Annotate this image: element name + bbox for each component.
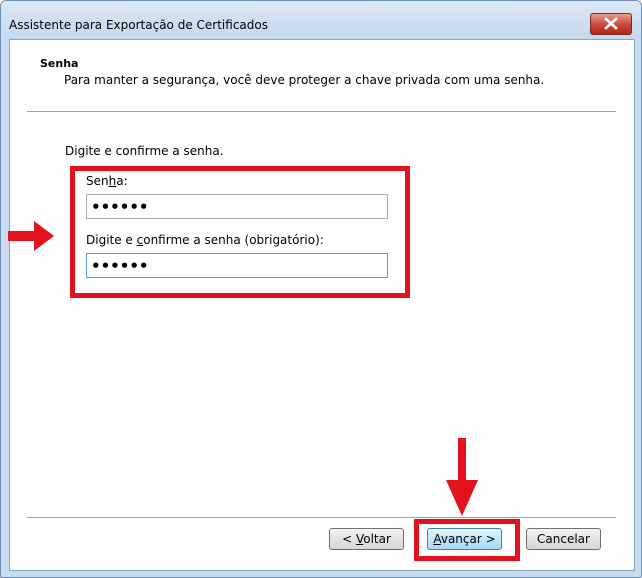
arrow-down-icon [446,438,478,516]
title-bar[interactable]: Assistente para Exportação de Certificad… [1,1,641,39]
export-wizard-window: Assistente para Exportação de Certificad… [0,0,642,578]
close-button[interactable] [590,13,632,35]
back-button[interactable]: < Voltar [329,528,404,550]
page-subtitle: Para manter a segurança, você deve prote… [64,73,545,87]
header-divider [27,111,616,113]
window-title: Assistente para Exportação de Certificad… [9,18,268,32]
highlight-box-passwords [70,166,410,298]
instruction-text: Digite e confirme a senha. [65,144,224,158]
wizard-content: Senha Para manter a segurança, você deve… [9,39,635,571]
page-title: Senha [40,57,79,70]
arrow-right-icon [8,221,54,251]
cancel-button[interactable]: Cancelar [526,528,601,550]
highlight-box-next [414,519,520,561]
footer-divider [27,517,616,519]
close-icon [604,17,618,30]
